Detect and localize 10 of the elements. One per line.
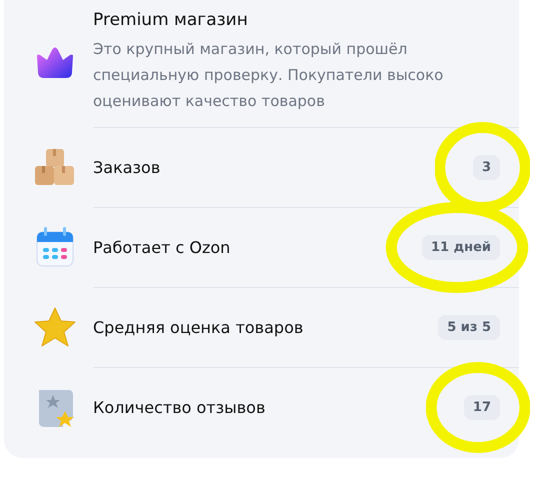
stat-value: 5 из 5 — [438, 315, 500, 340]
store-title: Premium магазин — [93, 9, 249, 32]
stat-label: Работает с Ozon — [93, 238, 230, 257]
stat-value: 3 — [472, 155, 500, 180]
stat-label: Количество отзывов — [93, 398, 266, 417]
stat-label: Заказов — [93, 158, 160, 177]
stat-value: 17 — [464, 395, 500, 420]
stat-value: 11 дней — [422, 235, 500, 260]
stat-label: Средняя оценка товаров — [93, 318, 304, 337]
store-description: Это крупный магазин, который прошёл специальную проверку. Покупатели высоко оценивают качество товаров — [93, 39, 444, 112]
